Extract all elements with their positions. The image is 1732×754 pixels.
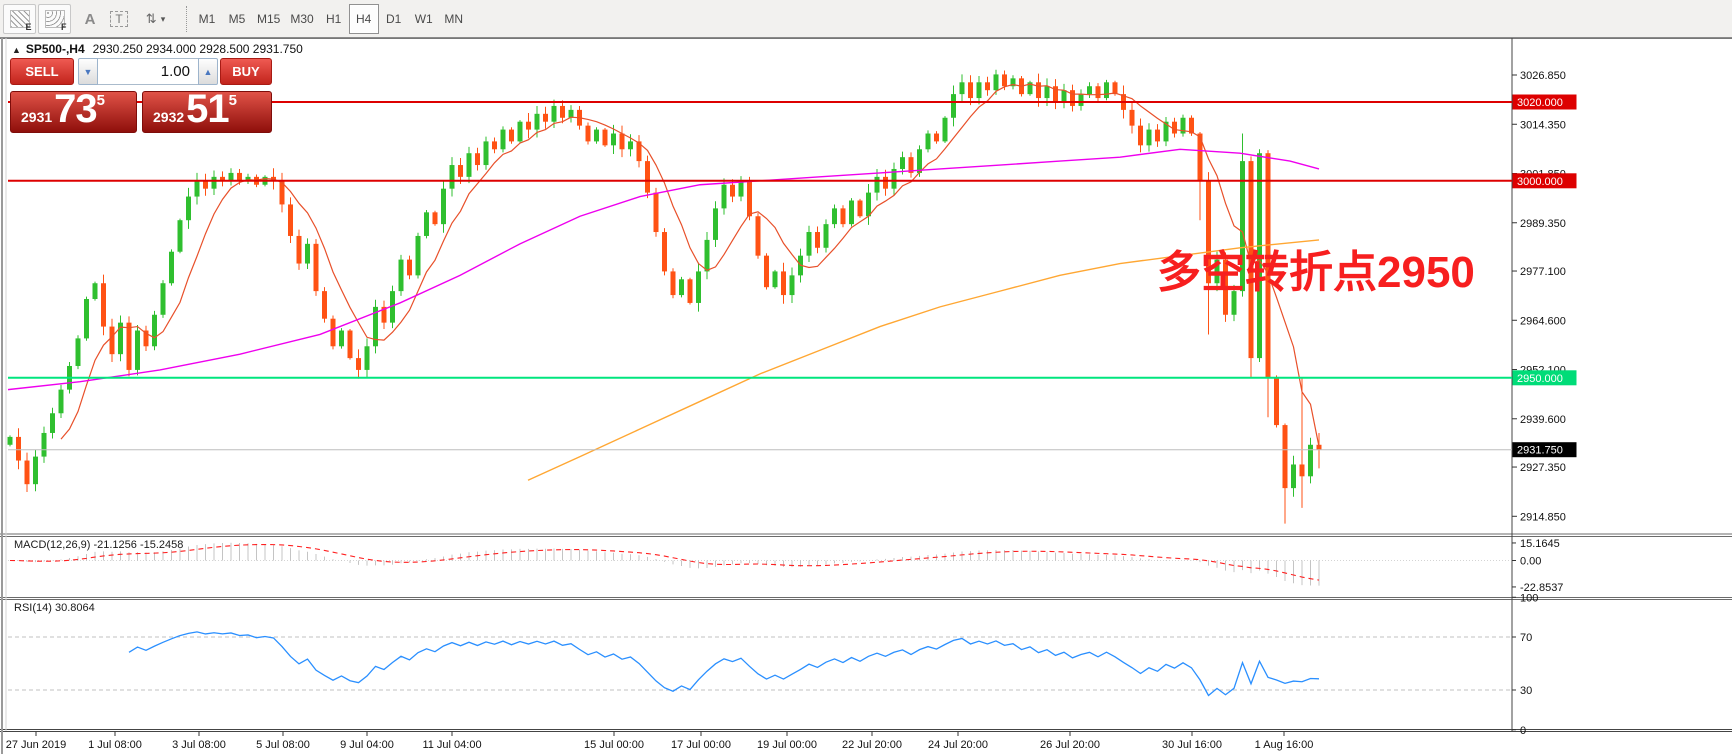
time-tick-label: 15 Jul 00:00: [584, 739, 644, 751]
time-tick-label: 27 Jun 2019: [6, 739, 67, 751]
time-tick-label: 30 Jul 16:00: [1162, 739, 1222, 751]
sell-price-big: 73: [54, 89, 97, 129]
timeframe-button-m15[interactable]: M15: [252, 4, 285, 34]
macd-signal-line: [10, 545, 1319, 581]
expert-chart-icon: E: [10, 10, 30, 28]
toolbar-separator: [186, 6, 187, 32]
price-badge-label: 3020.000: [1517, 97, 1563, 109]
time-tick-label: 5 Jul 08:00: [256, 739, 310, 751]
timeframe-button-m5[interactable]: M5: [222, 4, 252, 34]
expert-chart-button[interactable]: E: [3, 4, 36, 34]
symbol-info-bar: ▲ SP500-,H4 2930.250 2934.000 2928.500 293…: [12, 42, 303, 56]
text-object-button[interactable]: T: [106, 4, 132, 34]
rsi-tick-label: 30: [1520, 685, 1532, 697]
price-badge-label: 2950.000: [1517, 373, 1563, 385]
time-tick-label: 11 Jul 04:00: [422, 739, 481, 751]
timeframe-button-w1[interactable]: W1: [409, 4, 439, 34]
symbol-ohlc: 2930.250 2934.000 2928.500 2931.750: [93, 42, 303, 56]
timeframe-bar: M1M5M15M30H1H4D1W1MN: [192, 4, 469, 34]
price-tick-label: 2927.350: [1520, 462, 1566, 474]
chevron-down-icon: ▾: [161, 14, 167, 25]
timeframe-button-d1[interactable]: D1: [379, 4, 409, 34]
time-tick-label: 9 Jul 04:00: [340, 739, 394, 751]
chart-text-annotation[interactable]: 多空转折点2950: [1157, 236, 1475, 300]
buy-price-big: 51: [186, 89, 229, 129]
price-tick-label: 2914.850: [1520, 511, 1566, 523]
price-badge-label: 3000.000: [1517, 176, 1563, 188]
time-tick-label: 3 Jul 08:00: [172, 739, 226, 751]
rsi-tick-label: 0: [1520, 725, 1526, 737]
buy-price-main: 2932: [153, 109, 184, 129]
time-tick-label: 17 Jul 00:00: [671, 739, 731, 751]
price-badge-label: 2931.750: [1517, 445, 1563, 457]
time-tick-label: 1 Aug 16:00: [1255, 739, 1314, 751]
macd-indicator-label: MACD(12,26,9) -21.1256 -15.2458: [14, 539, 183, 551]
price-tick-label: 3026.850: [1520, 70, 1566, 82]
timeframe-button-m1[interactable]: M1: [192, 4, 222, 34]
text-object-icon: T: [110, 11, 127, 27]
timeframe-button-h1[interactable]: H1: [319, 4, 349, 34]
time-tick-label: 1 Jul 08:00: [88, 739, 142, 751]
buy-price-sup: 5: [229, 92, 237, 129]
toolbar: E F A T ⇅ ▾ M1M5M15M30H1H4D1W1MN: [0, 0, 1732, 38]
time-tick-label: 22 Jul 20:00: [842, 739, 902, 751]
price-tick-label: 2977.100: [1520, 266, 1566, 278]
rsi-tick-label: 70: [1520, 632, 1532, 644]
timeframe-button-m30[interactable]: M30: [285, 4, 318, 34]
sell-price-tile[interactable]: 2931 73 5: [10, 91, 137, 133]
time-tick-label: 26 Jul 20:00: [1040, 739, 1100, 751]
macd-tick-label: 15.1645: [1520, 538, 1560, 550]
chart-region[interactable]: 3026.8503014.3503001.8502989.3502977.100…: [0, 38, 1732, 754]
price-tick-label: 3014.350: [1520, 119, 1566, 131]
timeframe-button-h4[interactable]: H4: [349, 4, 379, 34]
rsi-indicator-label: RSI(14) 30.8064: [14, 602, 95, 614]
volume-decrease-button[interactable]: ▼: [78, 58, 98, 85]
volume-increase-button[interactable]: ▲: [198, 58, 218, 85]
sell-button[interactable]: SELL: [10, 58, 74, 85]
rsi-line: [129, 632, 1319, 696]
price-tick-label: 2989.350: [1520, 218, 1566, 230]
sell-price-main: 2931: [21, 109, 52, 129]
buy-button[interactable]: BUY: [220, 58, 272, 85]
rsi-tick-label: 100: [1520, 592, 1538, 604]
sort-arrows-icon: ⇅: [146, 11, 158, 27]
price-tick-label: 2964.600: [1520, 315, 1566, 327]
symbol-title: SP500-,H4: [26, 42, 85, 56]
grid-icon-letter: F: [61, 22, 67, 32]
sell-price-sup: 5: [97, 92, 105, 129]
volume-input[interactable]: [98, 58, 198, 85]
font-tool-button[interactable]: A: [76, 4, 104, 34]
one-click-trade-panel: SELL ▼ ▲ BUY 2931 73 5 2932 51 5: [8, 58, 272, 150]
time-tick-label: 19 Jul 00:00: [757, 739, 817, 751]
arrows-tool-button[interactable]: ⇅ ▾: [138, 4, 174, 34]
grid-icon: F: [45, 10, 65, 28]
macd-histogram: [10, 543, 1319, 586]
timeframe-button-mn[interactable]: MN: [439, 4, 469, 34]
buy-price-tile[interactable]: 2932 51 5: [142, 91, 272, 133]
collapse-arrow-icon[interactable]: ▲: [12, 45, 21, 55]
mt4-window: E F A T ⇅ ▾ M1M5M15M30H1H4D1W1MN 3026.85…: [0, 0, 1732, 754]
price-tick-label: 2939.600: [1520, 414, 1566, 426]
time-tick-label: 24 Jul 20:00: [928, 739, 988, 751]
macd-tick-label: 0.00: [1520, 556, 1541, 568]
expert-icon-letter: E: [25, 22, 31, 32]
grid-tool-button[interactable]: F: [38, 4, 71, 34]
